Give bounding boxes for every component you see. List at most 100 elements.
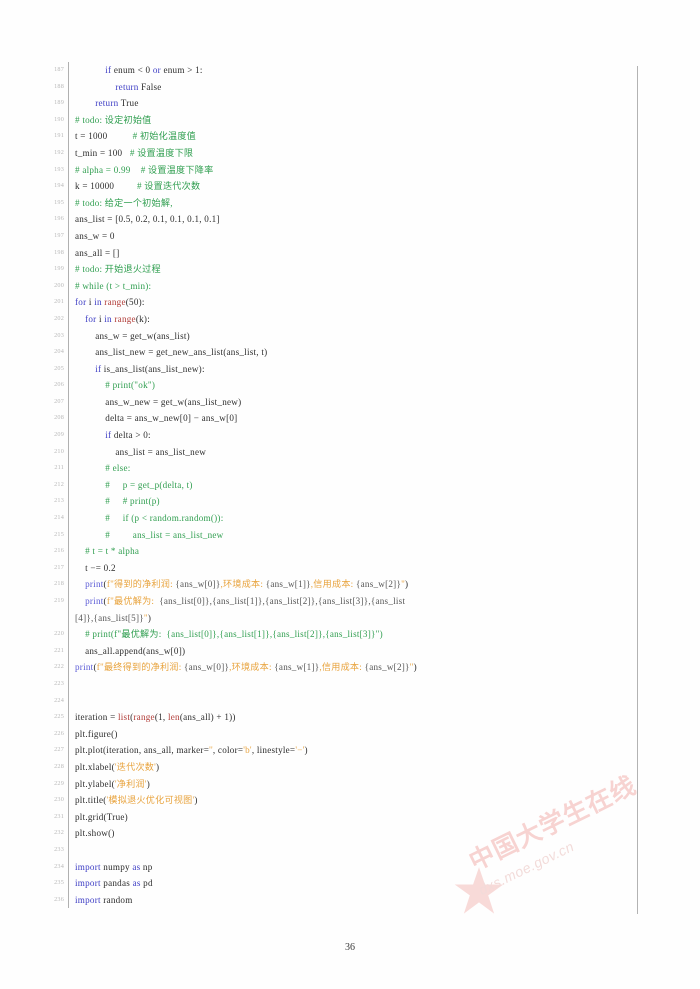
code-line: 206 # print("ok") [40,377,640,394]
code-line: [4]},{ans_list[5]}") [40,609,640,627]
code-line: 228 plt.xlabel('迭代次数') [40,758,640,776]
code-token: # 设置迭代次数 [136,181,201,192]
code-line: 189 return True [40,95,640,112]
code-token: plt.figure() [75,728,118,739]
code-token: {ans_list[0]},{ans_list[1]},{ans_list[2]… [154,596,406,606]
code-content: ans_all = [] [69,245,640,262]
code-token: plt.xlabel( [75,761,115,772]
code-content: print(f"最优解为: {ans_list[0]},{ans_list[1]… [69,593,640,610]
code-line: 227 plt.plot(iteration, ans_all, marker='… [40,742,640,759]
code-line: 235 import pandas as pd [40,875,640,892]
line-number: 196 [54,215,64,223]
code-token: # # print(p) [105,496,160,507]
line-number: 218 [54,580,64,588]
code-token: plt.show() [75,828,115,839]
code-token: False [141,81,162,92]
code-token: # t = t * alpha [85,546,140,557]
code-line: 188 return False [40,78,640,96]
code-token: (k): [135,313,150,324]
code-token: for [75,297,87,308]
line-number: 225 [54,713,64,721]
code-token: print [85,596,104,606]
code-token: plt.plot(iteration, ans_all, marker= [75,745,210,756]
code-token: ,环境成本: [229,662,272,673]
line-number: 234 [54,862,64,870]
code-token: plt.title( [75,795,107,806]
code-token: plt.ylabel( [75,778,115,789]
code-line: 203 ans_w = get_w(ans_list) [40,327,640,345]
code-token: [4]},{ans_list[5]} [75,612,144,623]
code-token: plt.grid(True) [75,811,128,822]
code-token: t −= 0.2 [75,562,116,573]
right-margin-rule [637,66,638,914]
gutter-rule [68,692,69,710]
line-number: 235 [54,879,64,887]
code-line: 208 delta = ans_w_new[0] − ans_w[0] [40,410,640,428]
code-token: delta > 0: [111,430,151,441]
code-content: import random [69,892,640,909]
line-number: 217 [54,563,64,571]
code-line: 213 # # print(p) [40,493,640,511]
code-token: ) [413,662,417,673]
code-line: 202 for i in range(k): [40,310,640,328]
code-line: 197 ans_w = 0 [40,227,640,245]
code-line: 233 [40,841,640,859]
code-content: plt.ylabel('净利润') [69,776,640,793]
code-line: 212 # p = get_p(delta, t) [40,476,640,494]
code-content: t_min = 100 # 设置温度下限 [69,145,640,162]
code-line: 225 iteration = list(range(1, len(ans_all… [40,709,640,726]
code-line: 229 plt.ylabel('净利润') [40,775,640,793]
code-token: , linestyle= [251,745,296,756]
code-content: iteration = list(range(1, len(ans_all) +… [69,709,640,726]
code-token: in [94,297,102,308]
line-number: 187 [54,66,64,73]
code-token: import [75,894,101,905]
code-line: 217 t −= 0.2 [40,559,640,577]
line-number: 227 [54,746,64,754]
line-number: 212 [54,480,64,488]
code-token: pandas [100,878,133,889]
code-token: , color= [212,745,244,756]
code-line: 209 if delta > 0: [40,427,640,444]
code-content: # ans_list = ans_list_new [69,527,640,544]
code-token: pd [140,878,153,889]
code-line: 218 print(f"得到的净利润: {ans_w[0]},环境成本: {an… [40,576,640,593]
code-content: t −= 0.2 [69,560,640,577]
code-listing: 187 if enum < 0 or enum > 1: 188 return F… [40,62,640,909]
code-content: # alpha = 0.99 # 设置温度下降率 [69,162,640,179]
code-line: 231 plt.grid(True) [40,808,640,826]
line-number: 214 [54,514,64,522]
code-token: ans_all = [] [75,247,120,258]
code-token: t = 1000 [75,131,108,142]
code-token: import [75,861,101,872]
code-content: # while (t > t_min): [69,278,640,295]
code-token: return [115,81,139,92]
line-number: 207 [54,397,64,405]
line-number: 198 [54,248,64,256]
code-content: if enum < 0 or enum > 1: [69,62,640,79]
code-token: is_ans_list(ans_list_new): [101,363,205,374]
code-token: ans_w_new = get_w(ans_list_new) [75,396,242,407]
line-number: 201 [54,298,64,306]
code-content: # # print(p) [69,493,640,510]
code-token: 0 [143,65,153,75]
code-content: plt.show() [69,825,640,842]
line-number: 191 [54,132,64,140]
line-number: 202 [54,314,64,322]
code-token: {ans_w[0]} [172,579,221,590]
line-number: 195 [54,198,64,206]
line-number: 199 [54,265,64,273]
line-number: 208 [54,414,64,422]
document-page: 187 if enum < 0 or enum > 1: 188 return F… [0,0,700,989]
line-number: 188 [54,82,64,90]
gutter-rule [68,675,69,693]
